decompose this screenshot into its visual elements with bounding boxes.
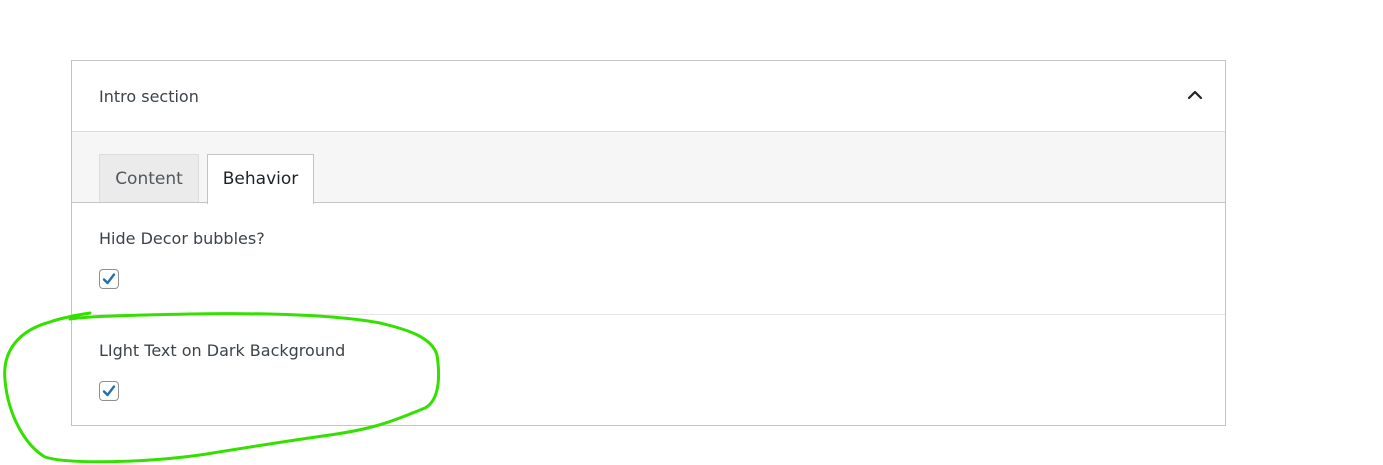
- checkmark-icon: [102, 385, 116, 397]
- light-text-dark-background-checkbox[interactable]: [99, 381, 119, 401]
- field-light-text-dark-background: LIght Text on Dark Background: [72, 315, 1225, 426]
- intro-section-panel: Intro section Content Behavior Hide Deco…: [71, 60, 1226, 426]
- field-label: Hide Decor bubbles?: [99, 229, 265, 248]
- tab-content[interactable]: Content: [99, 154, 199, 202]
- chevron-up-icon[interactable]: [1183, 83, 1207, 107]
- field-hide-decor-bubbles: Hide Decor bubbles?: [72, 203, 1225, 315]
- field-label: LIght Text on Dark Background: [99, 341, 346, 360]
- checkmark-icon: [102, 273, 116, 285]
- tab-bar: Content Behavior: [72, 132, 1225, 204]
- hide-decor-bubbles-checkbox[interactable]: [99, 269, 119, 289]
- tab-behavior[interactable]: Behavior: [207, 154, 314, 204]
- panel-header[interactable]: Intro section: [72, 61, 1225, 132]
- panel-title: Intro section: [99, 87, 199, 106]
